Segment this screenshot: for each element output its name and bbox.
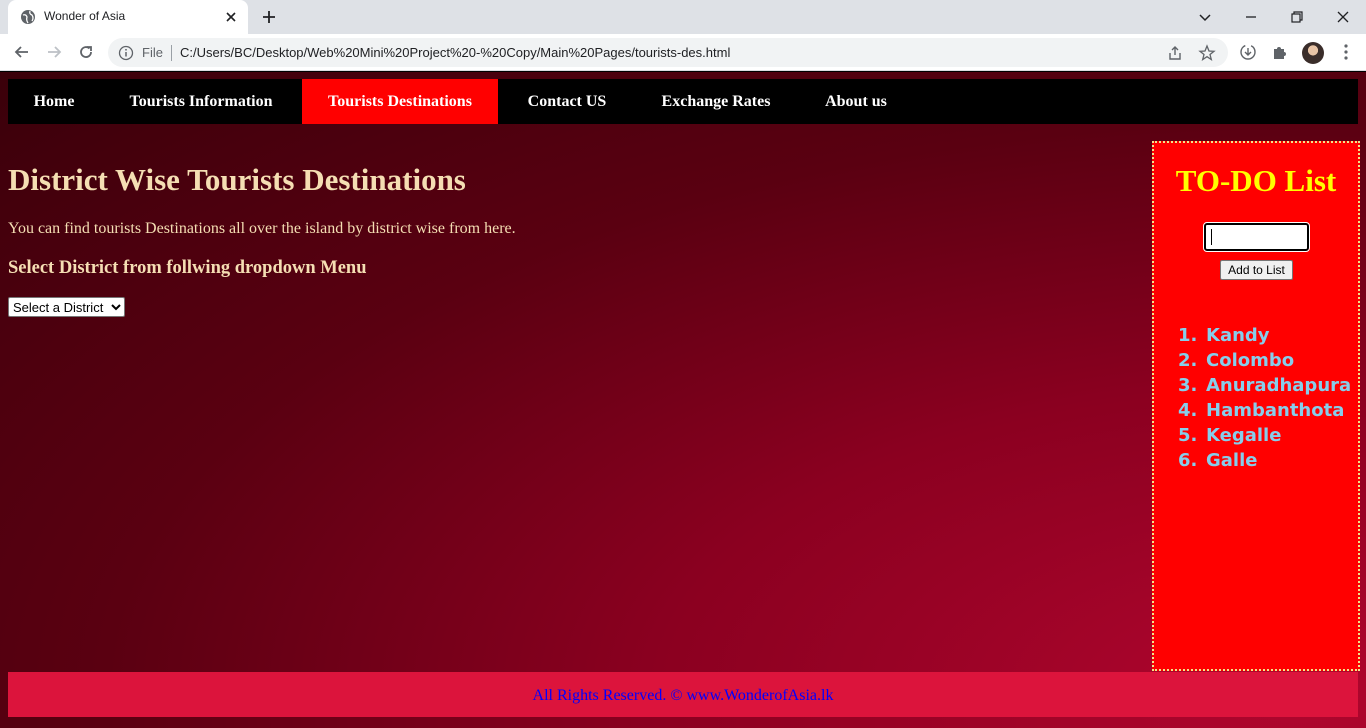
download-icon[interactable] <box>1238 42 1258 62</box>
share-icon[interactable] <box>1166 44 1184 62</box>
bookmark-star-icon[interactable] <box>1198 44 1216 62</box>
todo-item-label: Galle <box>1206 450 1258 471</box>
nav-about-us[interactable]: About us <box>796 79 916 124</box>
nav-home[interactable]: Home <box>8 79 100 124</box>
close-window-icon[interactable] <box>1332 6 1354 28</box>
reload-icon[interactable] <box>76 42 96 62</box>
back-arrow-icon[interactable] <box>12 42 32 62</box>
todo-item: 5. Kegalle <box>1178 425 1282 446</box>
todo-list: 1. Kandy 2. Colombo 3. Anuradhapura 4. Hamba… <box>1178 323 1351 473</box>
todo-item: 6. Galle <box>1178 450 1258 471</box>
profile-avatar[interactable] <box>1302 42 1324 64</box>
todo-item-label: Kegalle <box>1206 425 1282 446</box>
todo-item: 2. Colombo <box>1178 350 1295 371</box>
todo-item: 4. Hambanthota <box>1178 400 1345 421</box>
select-district-heading: Select District from follwing dropdown M… <box>8 258 367 278</box>
globe-icon <box>21 10 35 24</box>
tab-title: Wonder of Asia <box>44 9 126 23</box>
todo-item: 1. Kandy <box>1178 325 1270 346</box>
nav-contact-us[interactable]: Contact US <box>498 79 636 124</box>
todo-item-label: Colombo <box>1206 350 1295 371</box>
info-icon[interactable] <box>118 45 134 61</box>
nav-exchange-rates[interactable]: Exchange Rates <box>636 79 796 124</box>
todo-title: TO-DO List <box>1175 163 1337 198</box>
new-tab-icon[interactable] <box>260 8 278 26</box>
todo-item: 3. Anuradhapura <box>1178 375 1352 396</box>
omnibox-divider <box>171 45 172 61</box>
more-menu-icon[interactable] <box>1336 42 1356 62</box>
url-text[interactable]: C:/Users/BC/Desktop/Web%20Mini%20Project… <box>180 45 730 60</box>
restore-icon[interactable] <box>1286 6 1308 28</box>
browser-toolbar: File C:/Users/BC/Desktop/Web%20Mini%20Pr… <box>0 34 1366 71</box>
browser-tab[interactable]: Wonder of Asia <box>8 0 248 34</box>
main-nav: Home Tourists Information Tourists Desti… <box>8 79 1358 124</box>
close-tab-icon[interactable] <box>222 8 240 26</box>
footer-text: All Rights Reserved. © www.WonderofAsia.… <box>532 687 834 704</box>
extensions-puzzle-icon[interactable] <box>1270 42 1290 62</box>
todo-item-label: Anuradhapura <box>1206 375 1352 396</box>
forward-arrow-icon[interactable] <box>44 42 64 62</box>
nav-tourists-information[interactable]: Tourists Information <box>100 79 302 124</box>
nav-tourists-destinations[interactable]: Tourists Destinations <box>302 79 498 124</box>
minimize-icon[interactable] <box>1240 6 1262 28</box>
add-to-list-button[interactable]: Add to List <box>1220 260 1293 280</box>
address-bar[interactable]: File C:/Users/BC/Desktop/Web%20Mini%20Pr… <box>108 38 1228 67</box>
district-dropdown[interactable]: Select a District <box>8 297 125 317</box>
scheme-label: File <box>142 45 163 60</box>
todo-panel: TO-DO List Add to List 1. Kandy 2. Colombo… <box>1152 141 1360 671</box>
tab-search-chevron-icon[interactable] <box>1194 6 1216 28</box>
page-title: District Wise Tourists Destinations <box>8 162 466 197</box>
todo-item-label: Kandy <box>1206 325 1270 346</box>
todo-item-label: Hambanthota <box>1206 400 1345 421</box>
todo-input[interactable] <box>1203 222 1310 252</box>
page-footer: All Rights Reserved. © www.WonderofAsia.… <box>8 672 1358 717</box>
browser-tab-strip: Wonder of Asia <box>0 0 1366 34</box>
text-caret <box>1211 229 1212 245</box>
intro-text: You can find tourists Destinations all o… <box>8 220 516 237</box>
page-body: Home Tourists Information Tourists Desti… <box>0 72 1366 728</box>
